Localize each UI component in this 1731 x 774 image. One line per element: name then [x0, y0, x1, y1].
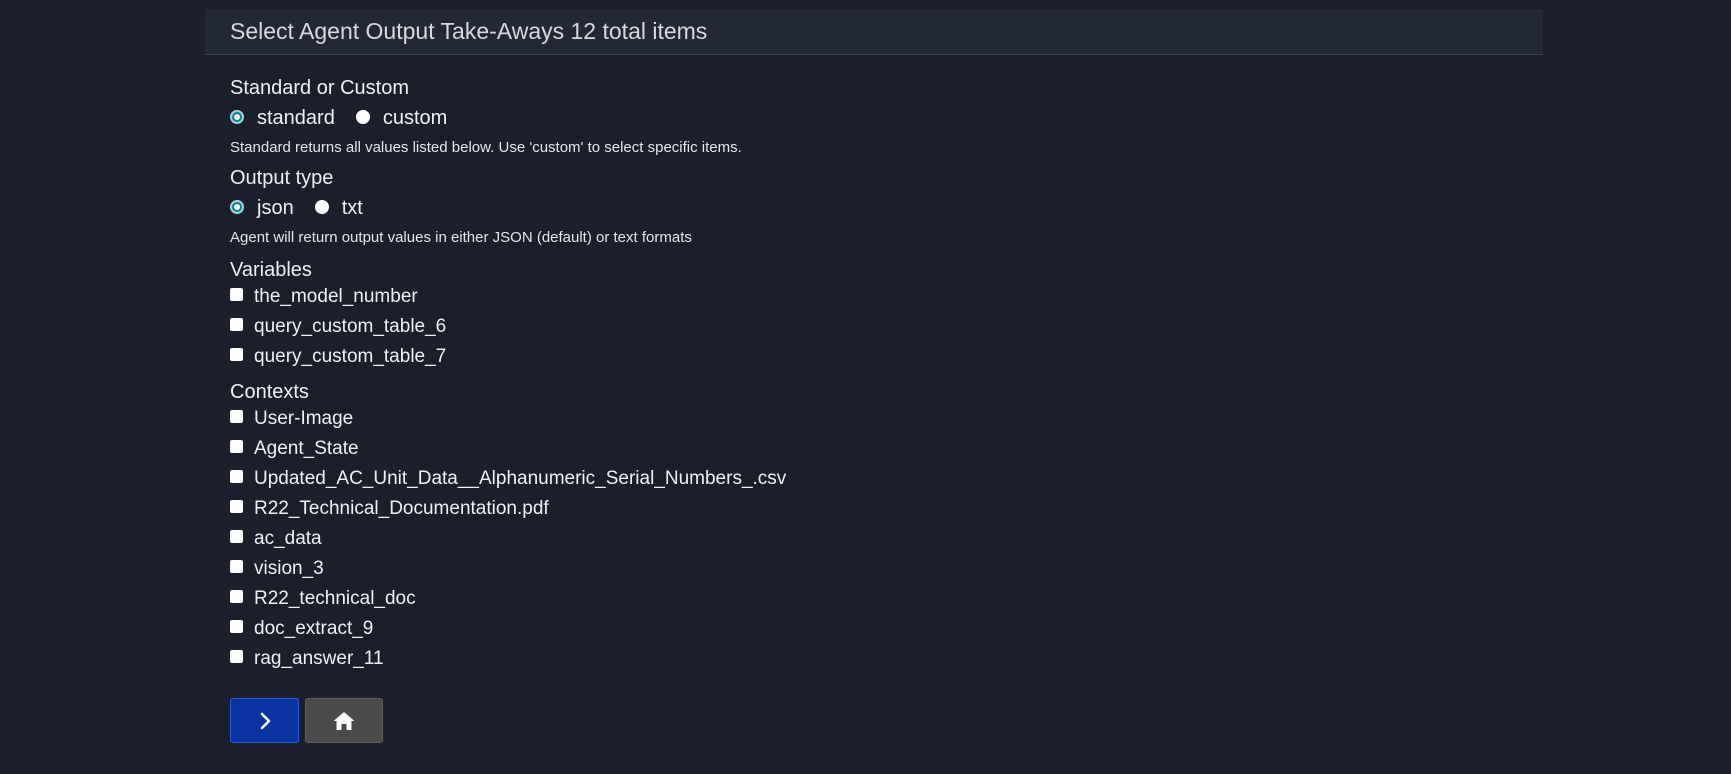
context-item-label[interactable]: R22_Technical_Documentation.pdf — [254, 498, 549, 520]
output-type-help-text: Agent will return output values in eithe… — [230, 229, 692, 246]
context-checkbox[interactable] — [230, 469, 243, 483]
context-checkbox[interactable] — [230, 409, 243, 423]
output-type-radio-group: json txt — [230, 190, 1543, 226]
context-item-label[interactable]: doc_extract_9 — [254, 618, 373, 640]
context-item[interactable]: R22_technical_doc — [230, 584, 1543, 614]
context-item[interactable]: User-Image — [230, 404, 1543, 434]
context-checkbox[interactable] — [230, 439, 243, 453]
context-checkbox[interactable] — [230, 559, 243, 573]
context-item[interactable]: doc_extract_9 — [230, 614, 1543, 644]
context-item-label[interactable]: rag_answer_11 — [254, 648, 384, 670]
context-item-label[interactable]: ac_data — [254, 528, 322, 550]
output-type-label: Output type — [230, 167, 334, 189]
context-item[interactable]: Agent_State — [230, 434, 1543, 464]
variable-item-label[interactable]: query_custom_table_6 — [254, 316, 446, 338]
context-checkbox[interactable] — [230, 499, 243, 513]
chevron-right-icon — [260, 712, 270, 729]
context-item[interactable]: rag_answer_11 — [230, 644, 1543, 674]
standard-radio-label[interactable]: standard — [257, 107, 335, 130]
json-radio-label[interactable]: json — [257, 197, 294, 220]
context-item-label[interactable]: Updated_AC_Unit_Data__Alphanumeric_Seria… — [254, 468, 786, 490]
txt-radio[interactable] — [314, 200, 329, 214]
panel-body: Standard or Custom standard custom Stand… — [205, 55, 1543, 743]
context-item[interactable]: ac_data — [230, 524, 1543, 554]
variable-item[interactable]: query_custom_table_6 — [230, 312, 1543, 342]
context-item-label[interactable]: User-Image — [254, 408, 353, 430]
context-item[interactable]: vision_3 — [230, 554, 1543, 584]
variable-checkbox[interactable] — [230, 347, 243, 361]
context-item-label[interactable]: Agent_State — [254, 438, 359, 460]
context-checkbox[interactable] — [230, 589, 243, 603]
context-checkbox[interactable] — [230, 649, 243, 663]
mode-radio-group: standard custom — [230, 100, 1543, 136]
home-icon — [333, 711, 355, 730]
context-item-label[interactable]: vision_3 — [254, 558, 324, 580]
json-radio[interactable] — [230, 200, 244, 214]
variable-item[interactable]: the_model_number — [230, 282, 1543, 312]
next-button[interactable] — [230, 698, 299, 743]
context-item[interactable]: R22_Technical_Documentation.pdf — [230, 494, 1543, 524]
context-checkbox[interactable] — [230, 619, 243, 633]
action-buttons — [230, 698, 1543, 743]
variable-item[interactable]: query_custom_table_7 — [230, 342, 1543, 372]
mode-label: Standard or Custom — [230, 77, 409, 99]
variable-item-label[interactable]: query_custom_table_7 — [254, 346, 446, 368]
standard-radio[interactable] — [230, 110, 244, 124]
context-item[interactable]: Updated_AC_Unit_Data__Alphanumeric_Seria… — [230, 464, 1543, 494]
panel-header: Select Agent Output Take-Aways 12 total … — [205, 9, 1543, 55]
variable-item-label[interactable]: the_model_number — [254, 286, 418, 308]
context-checkbox[interactable] — [230, 529, 243, 543]
custom-radio[interactable] — [355, 110, 370, 124]
context-item-label[interactable]: R22_technical_doc — [254, 588, 416, 610]
home-button[interactable] — [305, 698, 383, 743]
page-title: Select Agent Output Take-Aways 12 total … — [230, 18, 708, 44]
mode-help-text: Standard returns all values listed below… — [230, 139, 742, 156]
variable-checkbox[interactable] — [230, 287, 243, 301]
take-aways-panel: Select Agent Output Take-Aways 12 total … — [205, 9, 1543, 743]
contexts-label: Contexts — [230, 381, 309, 403]
custom-radio-label[interactable]: custom — [383, 107, 447, 130]
txt-radio-label[interactable]: txt — [342, 197, 363, 220]
variable-checkbox[interactable] — [230, 317, 243, 331]
variables-label: Variables — [230, 259, 312, 281]
